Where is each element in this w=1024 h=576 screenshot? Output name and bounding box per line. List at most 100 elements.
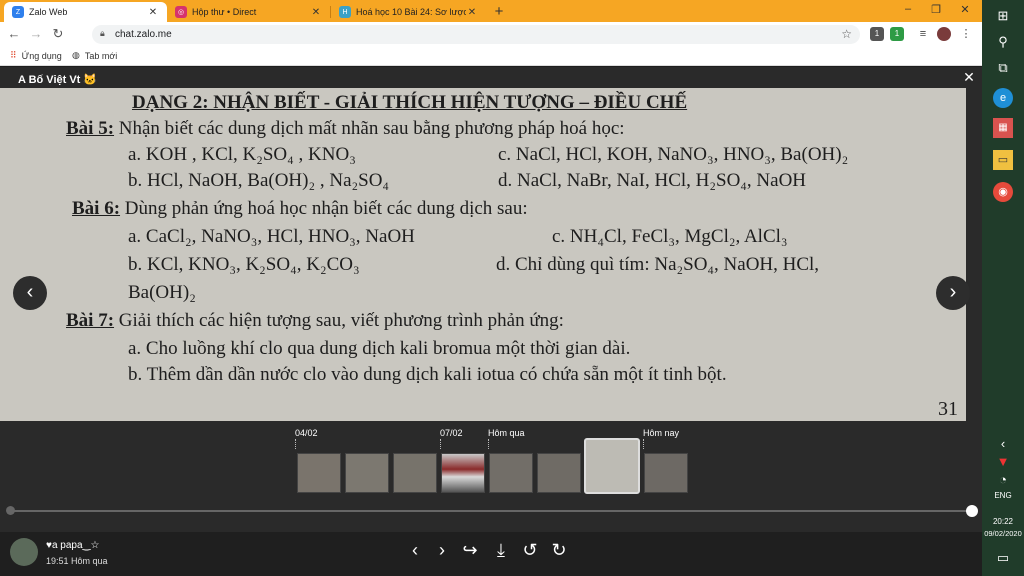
tab-zalo[interactable]: Z Zalo Web ✕	[4, 2, 167, 22]
instagram-icon: ◎	[175, 6, 187, 18]
photo-heading: DẠNG 2: NHẬN BIẾT - GIẢI THÍCH HIỆN TƯỢN…	[132, 92, 688, 113]
close-window-button[interactable]: ✕	[955, 3, 975, 16]
apps-grid-icon: ⠿	[10, 50, 17, 60]
exercise-6-d: d. Chỉ dùng quì tím: Na₂SO₄, NaOH, HCl,	[496, 254, 820, 275]
sent-time: 19:51 Hôm qua	[46, 556, 108, 566]
avatar[interactable]	[10, 538, 38, 566]
photo-viewer: A Bố Việt Vt 🐱 ✕ DẠNG 2: NHẬN BIẾT - GIẢ…	[0, 67, 982, 576]
bookmark-apps[interactable]: ⠿ Ứng dụng	[10, 50, 62, 61]
timeline-slider-track[interactable]	[10, 510, 972, 512]
previous-photo-button[interactable]: ‹	[13, 276, 47, 310]
close-icon[interactable]: ✕	[147, 7, 159, 18]
exercise-7-label: Bài 7:	[66, 310, 115, 331]
tab-title: Hộp thư • Direct	[192, 7, 257, 17]
browser-tabstrip: Z Zalo Web ✕ ◎ Hộp thư • Direct ✕ H Hoá …	[0, 0, 982, 22]
media-playlist-icon[interactable]: ≡	[916, 27, 930, 41]
extension-badge: 1	[894, 29, 900, 38]
globe-icon: ◍	[72, 50, 80, 60]
exercise-5-a: a. KOH , KCl, K₂SO₄ , KNO₃	[128, 144, 356, 165]
date-label: Hôm nay	[643, 428, 680, 438]
chevron-left-icon[interactable]: ‹	[404, 540, 426, 561]
clock-date[interactable]: 09/02/2020	[982, 529, 1024, 538]
viewer-footer: ♥a papa‿☆ 19:51 Hôm qua ‹ › ↪ ⤓ ↺ ↻	[0, 532, 982, 576]
windows-start-icon[interactable]: ⊞	[993, 6, 1013, 26]
edge-browser-icon[interactable]: e	[993, 88, 1013, 108]
share-forward-icon[interactable]: ↪	[459, 540, 481, 561]
exercise-5-text: Nhận biết các dung dịch mất nhãn sau bằn…	[118, 118, 625, 139]
profile-avatar[interactable]	[937, 27, 951, 41]
date-label: 04/02	[295, 428, 318, 438]
clock-time[interactable]: 20:22	[982, 517, 1024, 526]
forward-arrow-icon[interactable]: →	[28, 26, 44, 41]
back-arrow-icon[interactable]: ←	[6, 26, 22, 41]
thumbnail[interactable]	[345, 453, 389, 493]
timeline-slider-handle[interactable]	[966, 505, 978, 517]
antivirus-tray-icon[interactable]: ▼	[993, 452, 1013, 472]
date-marker	[488, 439, 489, 449]
language-indicator[interactable]: ENG	[982, 491, 1024, 500]
bookmark-label: Tab mới	[84, 50, 118, 61]
new-tab-button[interactable]: +	[490, 3, 508, 20]
thumbnail[interactable]	[297, 453, 341, 493]
close-icon[interactable]: ✕	[466, 7, 478, 18]
exercise-7: Bài 7: Giải thích các hiện tượng sau, vi…	[66, 310, 564, 332]
exercise-6: Bài 6: Dùng phản ứng hoá học nhận biết c…	[72, 198, 528, 220]
kebab-menu-icon[interactable]: ⋮	[959, 27, 973, 41]
rotate-right-icon[interactable]: ↻	[548, 540, 570, 561]
bookmarks-bar: ⠿ Ứng dụng ◍ Tab mới	[0, 47, 982, 66]
date-label: 07/02	[440, 428, 463, 438]
tab-title: Zalo Web	[29, 7, 68, 17]
hoc247-icon: H	[339, 6, 351, 18]
task-view-icon[interactable]: ⧉	[993, 58, 1013, 78]
bookmark-star-icon[interactable]: ☆	[841, 27, 852, 41]
exercise-7-b: b. Thêm dần dần nước clo vào dung dịch k…	[128, 364, 727, 385]
exercise-6-b: b. KCl, KNO₃, K₂SO₄, K₂CO₃	[128, 254, 360, 275]
shield-check-icon[interactable]: 1	[890, 27, 904, 41]
zalo-icon: Z	[12, 6, 24, 18]
bookmark-label: Ứng dụng	[21, 50, 62, 61]
chevron-right-icon[interactable]: ›	[431, 540, 453, 561]
extension-icon[interactable]: 1	[870, 27, 884, 41]
browser-toolbar: ← → ↻ 🔒︎ chat.zalo.me ☆ 1 1 ≡ ⋮	[0, 22, 982, 47]
close-viewer-button[interactable]: ✕	[960, 69, 978, 86]
chevron-up-icon[interactable]: ‹	[993, 434, 1013, 454]
address-bar[interactable]: 🔒︎ chat.zalo.me ☆	[92, 25, 860, 44]
timeline-slider-start	[6, 506, 15, 515]
sender-name: ♥a papa‿☆	[46, 540, 100, 551]
exercise-5-d: d. NaCl, NaBr, NaI, HCl, H₂SO₄, NaOH	[498, 170, 807, 191]
network-icon[interactable]: ◔	[993, 470, 1013, 490]
tab-instagram[interactable]: ◎ Hộp thư • Direct ✕	[167, 2, 330, 22]
chrome-icon[interactable]: ◉	[993, 182, 1013, 202]
minimize-button[interactable]: –	[898, 3, 918, 15]
store-app-icon[interactable]: ▦	[993, 118, 1013, 138]
exercise-7-a: a. Cho luồng khí clo qua dung dịch kali …	[128, 338, 631, 359]
date-label: Hôm qua	[488, 428, 525, 438]
next-photo-button[interactable]: ›	[936, 276, 970, 310]
exercise-5-b: b. HCl, NaOH, Ba(OH)₂ , Na₂SO₄	[128, 170, 390, 191]
bookmark-new-tab[interactable]: ◍ Tab mới	[72, 50, 117, 61]
search-icon[interactable]: ⚲	[993, 32, 1013, 52]
thumbnail[interactable]	[537, 453, 581, 493]
thumbnail-selected[interactable]	[584, 438, 640, 494]
close-icon[interactable]: ✕	[310, 7, 322, 18]
tab-hoc247[interactable]: H Hoá học 10 Bài 24: Sơ lược về hợ ✕	[331, 2, 486, 22]
thumbnail[interactable]	[441, 453, 485, 493]
exercise-5-label: Bài 5:	[66, 118, 115, 139]
exercise-7-text: Giải thích các hiện tượng sau, viết phươ…	[118, 310, 564, 331]
maximize-button[interactable]: ❐	[926, 3, 946, 16]
download-icon[interactable]: ⤓	[490, 540, 512, 561]
thumbnail[interactable]	[644, 453, 688, 493]
date-marker	[440, 439, 441, 449]
thumbnail[interactable]	[489, 453, 533, 493]
windows-taskbar: ⊞ ⚲ ⧉ e ▦ ▭ ◉ ‹ ▼ ◔ ENG 20:22 09/02/2020…	[982, 0, 1024, 576]
notification-icon[interactable]: ▭	[993, 548, 1013, 568]
exercise-6-c: c. NH₄Cl, FeCl₃, MgCl₂, AlCl₃	[552, 226, 788, 247]
page-number: 31	[938, 398, 958, 420]
file-explorer-icon[interactable]: ▭	[993, 150, 1013, 170]
thumbnail[interactable]	[393, 453, 437, 493]
rotate-left-icon[interactable]: ↺	[519, 540, 541, 561]
exercise-6-label: Bài 6:	[72, 198, 121, 219]
date-marker	[643, 439, 644, 449]
reload-icon[interactable]: ↻	[50, 26, 66, 42]
date-marker	[295, 439, 296, 449]
